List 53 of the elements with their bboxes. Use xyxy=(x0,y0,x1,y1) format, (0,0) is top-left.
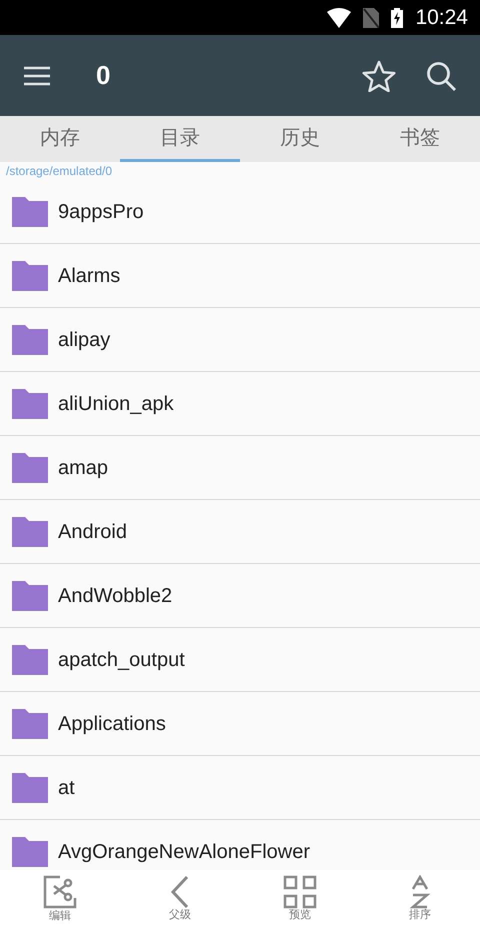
folder-name: at xyxy=(58,776,75,800)
folder-row[interactable]: AndWobble2 xyxy=(0,564,480,628)
folder-name: Alarms xyxy=(58,264,120,288)
folder-name: aliUnion_apk xyxy=(58,392,174,416)
tab[interactable]: 书签 xyxy=(360,116,480,162)
folder-icon xyxy=(12,772,48,802)
folder-row[interactable]: at xyxy=(0,756,480,820)
bottom-bar-button[interactable]: 预览 xyxy=(240,870,360,928)
folder-icon xyxy=(12,708,48,738)
folder-icon xyxy=(12,580,48,610)
menu-icon[interactable] xyxy=(24,66,50,86)
folder-name: amap xyxy=(58,456,108,480)
folder-row[interactable]: apatch_output xyxy=(0,628,480,692)
bottom-bar-button[interactable]: 排序 xyxy=(360,870,480,928)
search-icon[interactable] xyxy=(426,60,456,90)
folder-name: Android xyxy=(58,520,127,544)
folder-icon xyxy=(12,516,48,546)
star-icon[interactable] xyxy=(362,60,396,92)
toolbar-title: 0 xyxy=(96,59,110,92)
folder-icon xyxy=(12,836,48,866)
folder-icon xyxy=(12,452,48,482)
battery-charging-icon xyxy=(391,8,404,28)
scissors-icon xyxy=(42,874,78,910)
path-text: /storage/emulated/0 xyxy=(6,163,112,180)
no-sim-icon xyxy=(363,8,380,28)
folder-name: AvgOrangeNewAloneFlower xyxy=(58,840,310,864)
folder-name: 9appsPro xyxy=(58,200,144,224)
folder-row[interactable]: amap xyxy=(0,436,480,500)
status-time: 10:24 xyxy=(415,4,468,31)
bottom-bar-button[interactable]: 编辑 xyxy=(0,870,120,928)
folder-icon xyxy=(12,196,48,226)
folder-name: apatch_output xyxy=(58,648,185,672)
folder-row[interactable]: 9appsPro xyxy=(0,180,480,244)
wifi-icon xyxy=(327,8,352,28)
folder-row[interactable]: Android xyxy=(0,500,480,564)
bottom-bar-button[interactable]: 父级 xyxy=(120,870,240,928)
folder-row[interactable]: Applications xyxy=(0,692,480,756)
folder-name: alipay xyxy=(58,328,110,352)
folder-row[interactable]: aliUnion_apk xyxy=(0,372,480,436)
folder-icon xyxy=(12,644,48,674)
grid-icon xyxy=(283,875,317,910)
folder-icon xyxy=(12,388,48,418)
chevron-left-icon xyxy=(170,875,190,910)
sort-icon xyxy=(408,875,432,910)
tab[interactable]: 历史 xyxy=(240,116,360,162)
folder-row[interactable]: Alarms xyxy=(0,244,480,308)
folder-icon xyxy=(12,324,48,354)
folder-name: Applications xyxy=(58,712,166,736)
folder-row[interactable]: alipay xyxy=(0,308,480,372)
folder-icon xyxy=(12,260,48,290)
tab[interactable]: 内存 xyxy=(0,116,120,162)
folder-name: AndWobble2 xyxy=(58,584,172,608)
tab[interactable]: 目录 xyxy=(120,116,240,162)
